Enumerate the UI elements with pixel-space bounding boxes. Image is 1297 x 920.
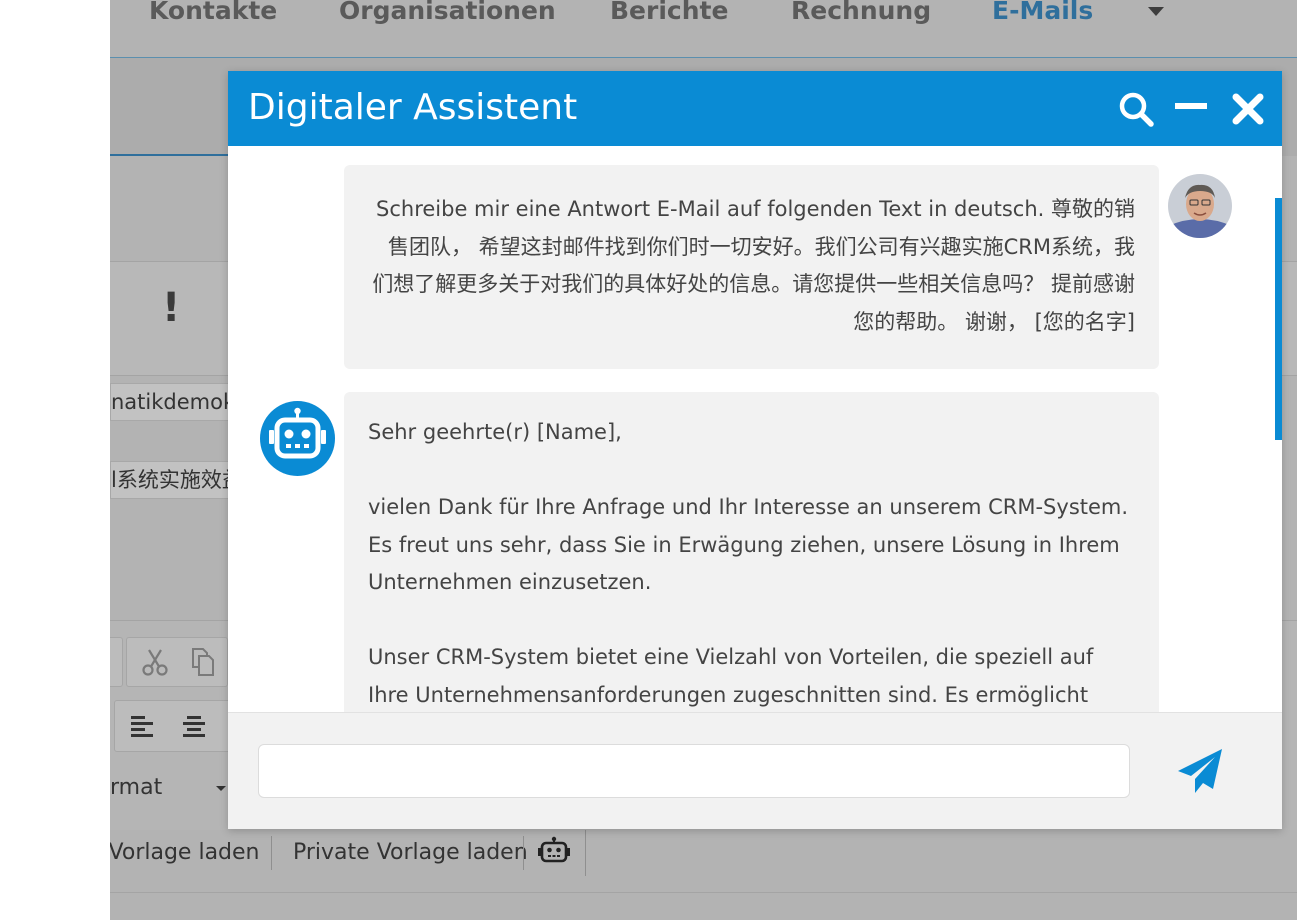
chat-scrollbar[interactable] (1275, 198, 1282, 440)
divider (110, 892, 1297, 893)
separator (271, 836, 272, 870)
chat-footer (228, 712, 1282, 829)
bot-message-paragraph: vielen Dank für Ihre Anfrage und Ihr Int… (368, 495, 1129, 594)
private-template-button[interactable]: Private Vorlage laden (293, 840, 528, 865)
chat-input[interactable] (258, 744, 1130, 798)
public-template-button[interactable]: e Vorlage laden (110, 840, 260, 865)
chevron-down-icon (216, 786, 226, 791)
assistant-dialog: Digitaler Assistent Schreibe mir eine An… (228, 71, 1282, 829)
nav-kontakte[interactable]: Kontakte (149, 0, 277, 25)
align-left-icon[interactable] (129, 713, 155, 743)
nav-emails[interactable]: E-Mails (992, 0, 1093, 25)
copy-icon[interactable] (189, 647, 219, 681)
top-navigation: Kontakte Organisationen Berichte Rechnun… (110, 0, 1297, 58)
user-message: Schreibe mir eine Antwort E-Mail auf fol… (344, 165, 1159, 369)
format-select[interactable]: rmat (110, 767, 230, 809)
align-center-icon[interactable] (181, 713, 207, 743)
nav-organisationen[interactable]: Organisationen (339, 0, 556, 25)
robot-icon[interactable] (537, 836, 571, 872)
close-icon[interactable] (1228, 89, 1268, 129)
bot-message-greeting: Sehr geehrte(r) [Name], (368, 420, 622, 444)
nav-rechnung[interactable]: Rechnung (791, 0, 931, 25)
account-field[interactable]: natikdemok (110, 383, 232, 421)
nav-berichte[interactable]: Berichte (610, 0, 728, 25)
toolbar-group-align (114, 700, 234, 752)
nav-more-caret-icon[interactable] (1148, 7, 1164, 16)
exclamation-icon[interactable]: ! (162, 285, 180, 331)
minimize-icon[interactable] (1172, 89, 1212, 129)
assistant-title: Digitaler Assistent (248, 87, 578, 128)
chat-messages: Schreibe mir eine Antwort E-Mail auf fol… (228, 146, 1282, 712)
bot-message-paragraph: Unser CRM-System bietet eine Vielzahl vo… (368, 645, 1094, 707)
assistant-header: Digitaler Assistent (228, 71, 1282, 146)
send-icon[interactable] (1172, 745, 1228, 801)
cut-icon[interactable] (140, 647, 170, 681)
active-tab-underline (110, 154, 240, 156)
separator (585, 830, 586, 876)
separator (523, 836, 524, 870)
bot-message: Sehr geehrte(r) [Name], vielen Dank für … (344, 392, 1159, 712)
user-avatar (1168, 174, 1232, 238)
toolbar-group-clipboard (126, 637, 228, 687)
subject-field[interactable]: l系统实施效益 (110, 461, 232, 499)
toolbar-group (110, 637, 123, 687)
search-icon[interactable] (1116, 89, 1156, 129)
bot-avatar (260, 401, 335, 476)
format-select-label: rmat (110, 775, 163, 800)
